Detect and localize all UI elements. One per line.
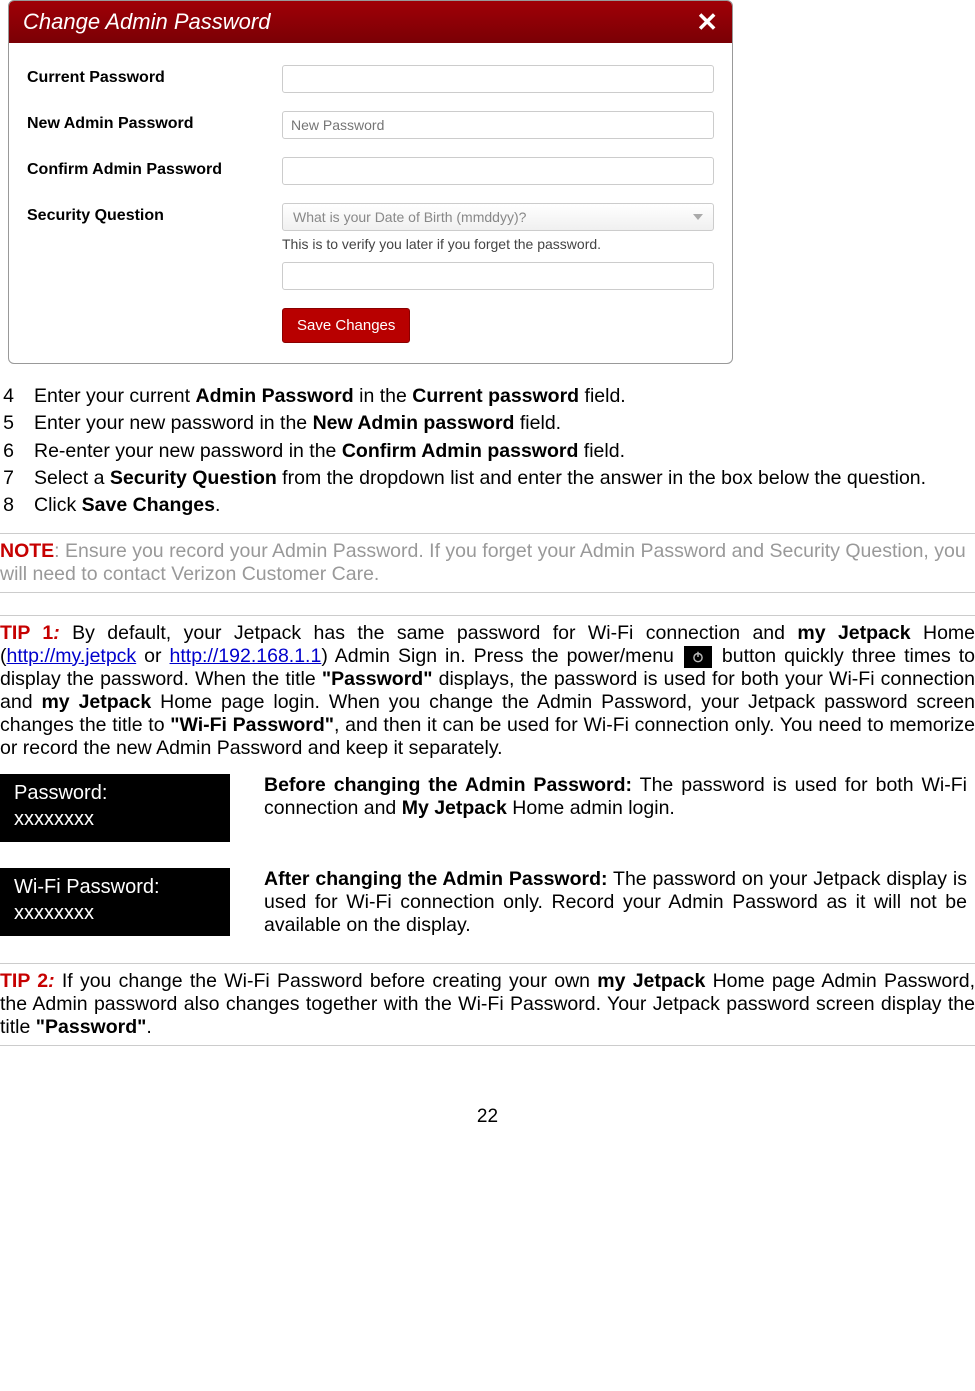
current-password-label: Current Password [27, 65, 282, 87]
dialog-header: Change Admin Password ✕ [9, 1, 732, 43]
new-admin-password-label: New Admin Password [27, 111, 282, 133]
chevron-down-icon [693, 214, 703, 220]
tip-2: TIP 2: If you change the Wi-Fi Password … [0, 970, 975, 1039]
confirm-admin-password-label: Confirm Admin Password [27, 157, 282, 179]
badge-after: Wi-Fi Password: xxxxxxxx [0, 868, 230, 936]
separator [0, 963, 975, 964]
security-answer-input[interactable] [282, 262, 714, 290]
power-icon [684, 646, 712, 668]
separator [0, 533, 975, 534]
badge-before-row: Password: xxxxxxxx Before changing the A… [0, 774, 975, 842]
badge-before: Password: xxxxxxxx [0, 774, 230, 842]
step-8: 8 Click Save Changes. [0, 493, 975, 518]
confirm-admin-password-input[interactable] [282, 157, 714, 185]
badge-after-desc: After changing the Admin Password: The p… [230, 868, 975, 937]
security-question-select[interactable]: What is your Date of Birth (mmddyy)? [282, 203, 714, 231]
badge-after-line2: xxxxxxxx [14, 900, 216, 926]
link-my-jetpack[interactable]: http://my.jetpck [7, 645, 137, 667]
password-badges: Password: xxxxxxxx Before changing the A… [0, 774, 975, 937]
note-text: : Ensure you record your Admin Password.… [0, 540, 966, 585]
separator [0, 592, 975, 593]
link-ip[interactable]: http://192.168.1.1 [170, 645, 322, 667]
change-admin-password-dialog: Change Admin Password ✕ Current Password… [8, 0, 733, 364]
note-block: NOTE: Ensure you record your Admin Passw… [0, 540, 975, 586]
security-question-label: Security Question [27, 203, 282, 225]
badge-after-line1: Wi-Fi Password: [14, 874, 216, 900]
badge-before-line2: xxxxxxxx [14, 806, 216, 832]
dialog-body: Current Password New Admin Password Conf… [9, 43, 732, 363]
badge-after-row: Wi-Fi Password: xxxxxxxx After changing … [0, 868, 975, 937]
step-6: 6 Re-enter your new password in the Conf… [0, 439, 975, 464]
badge-before-desc: Before changing the Admin Password: The … [230, 774, 975, 820]
note-label: NOTE [0, 540, 54, 562]
separator [0, 1045, 975, 1046]
page-number: 22 [0, 1106, 975, 1128]
close-icon[interactable]: ✕ [696, 9, 718, 35]
instruction-steps: 4 Enter your current Admin Password in t… [0, 384, 975, 519]
tip-1: TIP 1: By default, your Jetpack has the … [0, 622, 975, 760]
step-4: 4 Enter your current Admin Password in t… [0, 384, 975, 409]
dialog-title: Change Admin Password [23, 9, 270, 35]
step-7: 7 Select a Security Question from the dr… [0, 466, 975, 491]
separator [0, 615, 975, 616]
security-question-help: This is to verify you later if you forge… [282, 236, 714, 252]
step-5: 5 Enter your new password in the New Adm… [0, 411, 975, 436]
badge-before-line1: Password: [14, 780, 216, 806]
current-password-input[interactable] [282, 65, 714, 93]
save-changes-button[interactable]: Save Changes [282, 308, 410, 343]
security-question-selected: What is your Date of Birth (mmddyy)? [293, 209, 526, 225]
new-admin-password-input[interactable] [282, 111, 714, 139]
